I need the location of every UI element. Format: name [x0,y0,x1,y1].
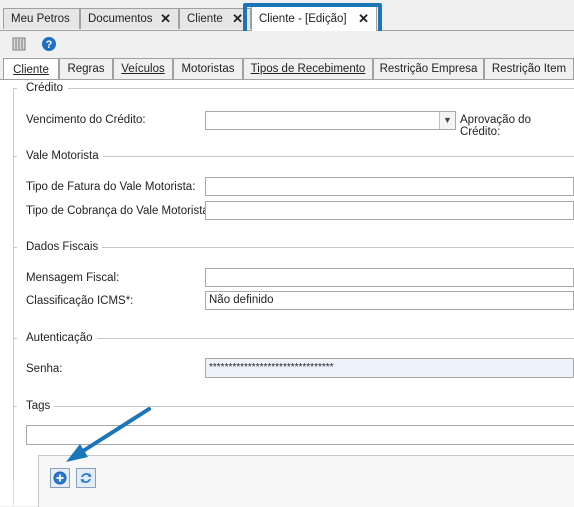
annotation-arrow [66,407,151,462]
